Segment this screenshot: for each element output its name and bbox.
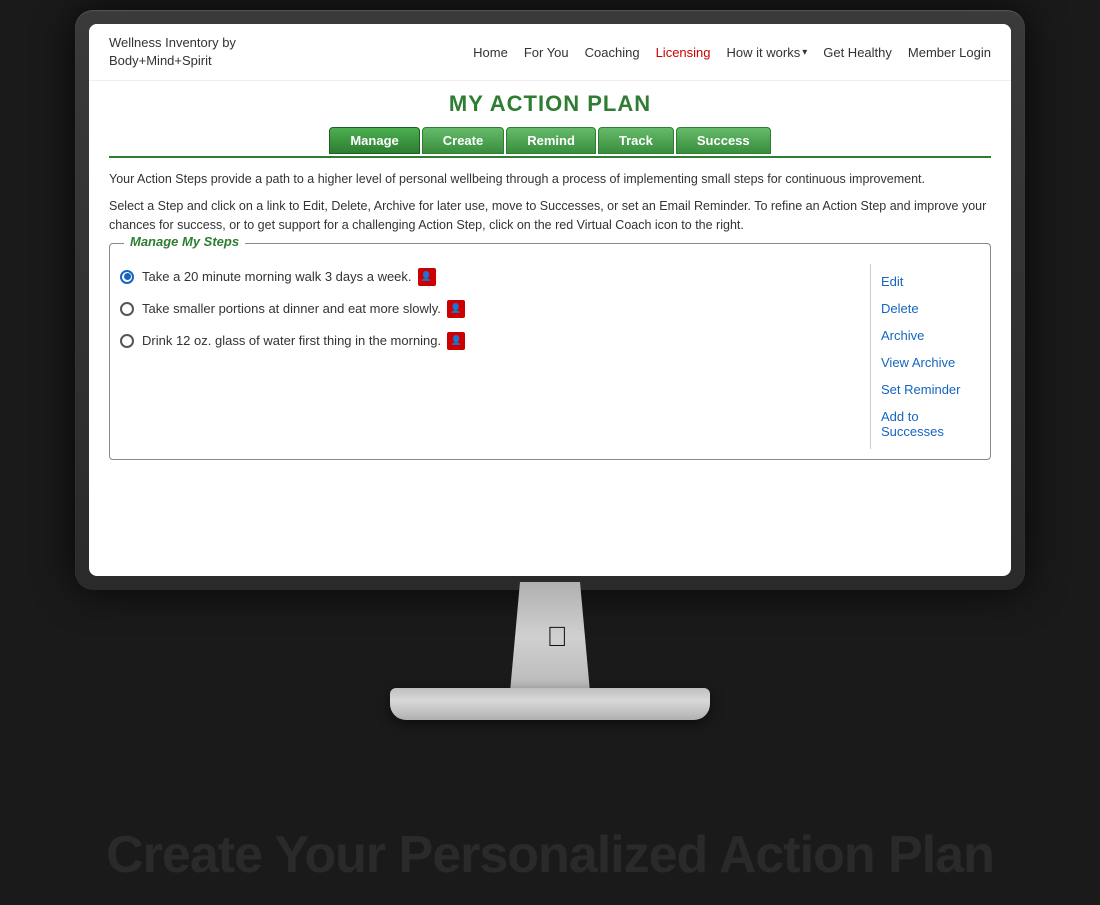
radio-step-1[interactable] [120, 270, 134, 284]
list-item[interactable]: Take smaller portions at dinner and eat … [120, 300, 870, 318]
tab-bar: Manage Create Remind Track Success [109, 127, 991, 158]
action-view-archive[interactable]: View Archive [881, 355, 970, 370]
action-archive[interactable]: Archive [881, 328, 970, 343]
tab-remind[interactable]: Remind [506, 127, 596, 154]
nav-for-you[interactable]: For You [524, 45, 569, 60]
site-header: Wellness Inventory by Body+Mind+Spirit H… [89, 24, 1011, 81]
screen: Wellness Inventory by Body+Mind+Spirit H… [89, 24, 1011, 576]
radio-step-3[interactable] [120, 334, 134, 348]
tab-success[interactable]: Success [676, 127, 771, 154]
monitor-bezel: Wellness Inventory by Body+Mind+Spirit H… [89, 24, 1011, 576]
tab-manage[interactable]: Manage [329, 127, 419, 154]
coach-icon-1[interactable] [418, 268, 436, 286]
coach-icon-3[interactable] [447, 332, 465, 350]
step-3-text: Drink 12 oz. glass of water first thing … [142, 333, 441, 348]
site-nav: Home For You Coaching Licensing How it w… [473, 45, 991, 60]
actions-sidebar: Edit Delete Archive View Archive Set Rem… [870, 264, 980, 449]
step-1-text: Take a 20 minute morning walk 3 days a w… [142, 269, 412, 284]
steps-list: Take a 20 minute morning walk 3 days a w… [120, 264, 870, 449]
manage-legend: Manage My Steps [124, 234, 245, 249]
nav-home[interactable]: Home [473, 45, 508, 60]
chevron-down-icon: ▾ [802, 47, 807, 58]
step-2-text: Take smaller portions at dinner and eat … [142, 301, 441, 316]
nav-get-healthy[interactable]: Get Healthy [823, 45, 892, 60]
coach-icon-2[interactable] [447, 300, 465, 318]
bottom-tagline: Create Your Personalized Action Plan [0, 825, 1100, 885]
action-add-successes[interactable]: Add to Successes [881, 409, 970, 439]
site-logo: Wellness Inventory by Body+Mind+Spirit [109, 34, 236, 70]
action-set-reminder[interactable]: Set Reminder [881, 382, 970, 397]
main-content: MY ACTION PLAN Manage Create Remind Trac… [89, 81, 1011, 469]
nav-coaching[interactable]: Coaching [585, 45, 640, 60]
nav-how-it-works[interactable]: How it works ▾ [727, 45, 808, 60]
monitor-base [390, 688, 710, 720]
page-title: MY ACTION PLAN [109, 91, 991, 117]
nav-member-login[interactable]: Member Login [908, 45, 991, 60]
tab-create[interactable]: Create [422, 127, 504, 154]
tab-track[interactable]: Track [598, 127, 674, 154]
apple-logo-icon:  [543, 620, 571, 654]
nav-licensing[interactable]: Licensing [656, 45, 711, 60]
manage-steps-box: Manage My Steps Take a 20 minute morning… [109, 243, 991, 460]
list-item[interactable]: Take a 20 minute morning walk 3 days a w… [120, 268, 870, 286]
action-delete[interactable]: Delete [881, 301, 970, 316]
description-1: Your Action Steps provide a path to a hi… [109, 170, 991, 189]
description-2: Select a Step and click on a link to Edi… [109, 197, 991, 235]
list-item[interactable]: Drink 12 oz. glass of water first thing … [120, 332, 870, 350]
action-edit[interactable]: Edit [881, 274, 970, 289]
manage-box-inner: Take a 20 minute morning walk 3 days a w… [110, 244, 990, 459]
monitor-shell: Wellness Inventory by Body+Mind+Spirit H… [75, 10, 1025, 590]
radio-step-2[interactable] [120, 302, 134, 316]
